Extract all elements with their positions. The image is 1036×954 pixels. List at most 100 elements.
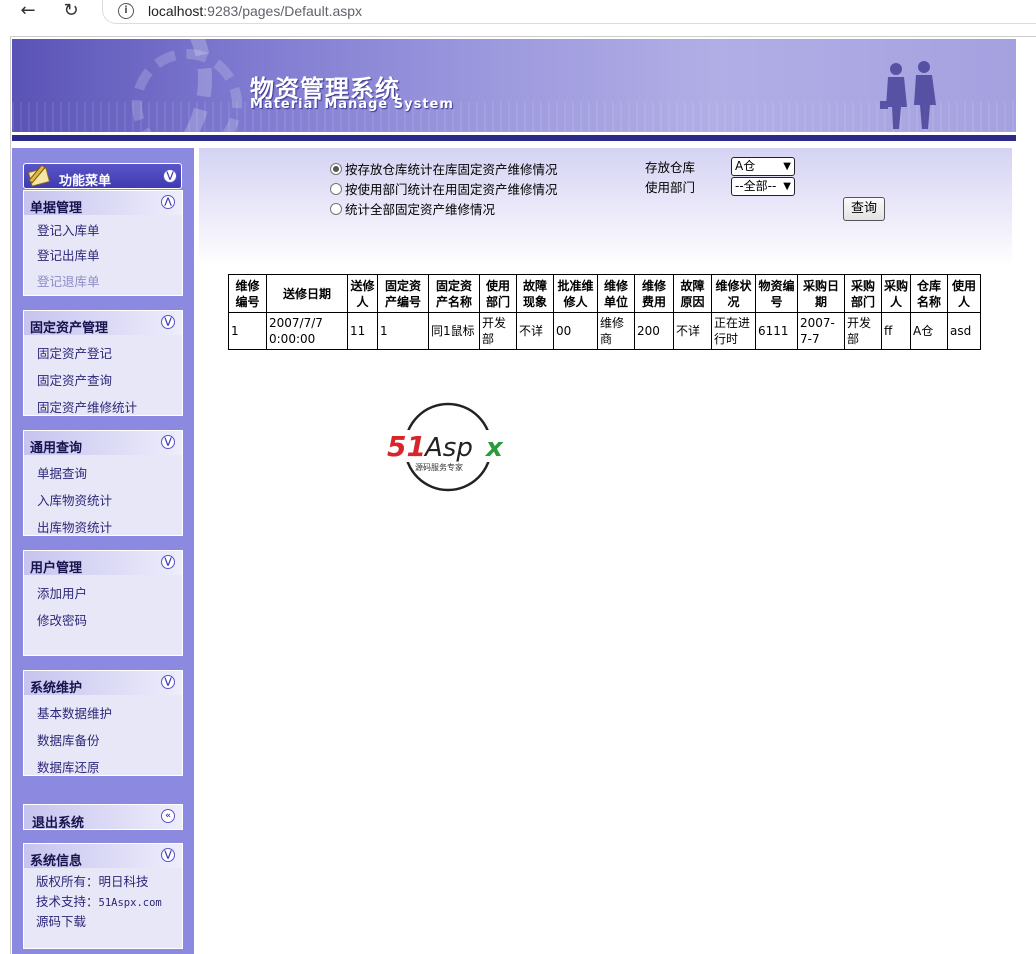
sidebar-item-asset-register[interactable]: 固定资产登记	[37, 343, 112, 362]
double-chevron-left-icon[interactable]: «	[161, 809, 175, 823]
table-cell: 2007-7-7	[797, 312, 845, 350]
column-header: 维修状况	[711, 274, 756, 313]
panel-title: 通用查询	[30, 441, 83, 456]
chevron-up-icon[interactable]: ⋀	[161, 195, 175, 209]
table-cell: 200	[634, 312, 674, 350]
radio-by-warehouse[interactable]: 按存放仓库统计在库固定资产维修情况	[330, 159, 558, 178]
radio-label: 统计全部固定资产维修情况	[345, 202, 496, 217]
table-cell: 维修商	[597, 312, 635, 350]
source-download-link[interactable]: 源码下载	[36, 911, 86, 930]
column-header: 固定资产编号	[377, 274, 429, 313]
panel-system-maintenance: 系统维护 ⋁ 基本数据维护 数据库备份 数据库还原	[23, 670, 183, 776]
url-text[interactable]: localhost:9283/pages/Default.aspx	[148, 3, 362, 19]
repair-stats-table: 维修编号 送修日期 送修人 固定资产编号 固定资产名称 使用部门 故障现象 批准…	[228, 274, 981, 350]
url-path: :9283/pages/Default.aspx	[203, 3, 363, 19]
sidebar-item-register-return[interactable]: 登记退库单	[37, 271, 100, 290]
column-header: 采购日期	[797, 274, 845, 313]
panel-title: 系统维护	[30, 681, 83, 696]
department-label: 使用部门	[645, 180, 696, 195]
reload-icon[interactable]: ↻	[59, 1, 83, 23]
header-banner: 物资管理系统 Material Manage System	[12, 39, 1016, 132]
table-cell: 开发部	[844, 312, 882, 350]
column-header: 固定资产名称	[428, 274, 480, 313]
table-header-row: 维修编号 送修日期 送修人 固定资产编号 固定资产名称 使用部门 故障现象 批准…	[228, 274, 981, 313]
tech-support-text: 技术支持：51Aspx.com	[36, 891, 162, 910]
radio-icon[interactable]	[330, 203, 342, 215]
function-menu-header: 功能菜单 ⋁	[23, 163, 182, 189]
chevron-down-icon: ▼	[783, 161, 791, 172]
radio-by-department[interactable]: 按使用部门统计在用固定资产维修情况	[330, 179, 558, 198]
chevron-down-icon[interactable]: ⋁	[161, 555, 175, 569]
query-button[interactable]: 查询	[843, 197, 885, 221]
panel-header[interactable]: 固定资产管理 ⋁	[24, 311, 182, 336]
column-header: 送修人	[347, 274, 378, 313]
browser-toolbar: ← ↻ i localhost:9283/pages/Default.aspx	[0, 0, 1036, 26]
tech-support-site: 51Aspx.com	[98, 897, 162, 909]
radio-checked-icon[interactable]	[330, 163, 342, 175]
table-row: 1 2007/7/7 0:00:00 11 1 同1鼠标 开发部 不详 00 维…	[228, 312, 981, 350]
column-header: 送修日期	[266, 274, 348, 313]
panel-title: 固定资产管理	[30, 321, 109, 336]
panel-general-query: 通用查询 ⋁ 单据查询 入库物资统计 出库物资统计	[23, 430, 183, 536]
logo-tagline: 源码服务专家	[415, 462, 463, 472]
column-header: 故障原因	[673, 274, 712, 313]
column-header: 批准维修人	[553, 274, 598, 313]
column-header: 采购人	[881, 274, 911, 313]
warehouse-label: 存放仓库	[645, 160, 696, 175]
sidebar-item-outbound-stats[interactable]: 出库物资统计	[37, 517, 112, 536]
svg-text:x: x	[484, 433, 504, 463]
chevron-down-icon[interactable]: ⋁	[161, 315, 175, 329]
table-cell: 开发部	[479, 312, 517, 350]
sidebar-item-asset-query[interactable]: 固定资产查询	[37, 370, 112, 389]
sidebar-item-asset-repair-stats[interactable]: 固定资产维修统计	[37, 397, 137, 416]
sidebar-item-register-inbound[interactable]: 登记入库单	[37, 220, 100, 239]
column-header: 采购部门	[844, 274, 882, 313]
department-select-value: --全部--	[735, 179, 777, 193]
banner-divider-bottom	[12, 141, 1016, 146]
table-cell: 同1鼠标	[428, 312, 480, 350]
column-header: 仓库名称	[910, 274, 948, 313]
sidebar-item-add-user[interactable]: 添加用户	[37, 583, 87, 602]
sidebar-item-db-backup[interactable]: 数据库备份	[37, 730, 100, 749]
panel-fixed-asset-management: 固定资产管理 ⋁ 固定资产登记 固定资产查询 固定资产维修统计	[23, 310, 183, 416]
chevron-down-icon[interactable]: ⋁	[161, 675, 175, 689]
radio-icon[interactable]	[330, 183, 342, 195]
radio-all[interactable]: 统计全部固定资产维修情况	[330, 199, 495, 218]
sidebar-item-change-password[interactable]: 修改密码	[37, 610, 87, 629]
logout-header[interactable]: 退出系统 «	[24, 805, 182, 831]
panel-header[interactable]: 用户管理 ⋁	[24, 551, 182, 576]
function-menu-title: 功能菜单	[59, 174, 112, 189]
sidebar-item-document-query[interactable]: 单据查询	[37, 463, 87, 482]
radio-label: 按使用部门统计在用固定资产维修情况	[345, 182, 558, 197]
logout-label: 退出系统	[32, 816, 85, 831]
site-info-icon[interactable]: i	[118, 3, 134, 19]
sidebar-item-db-restore[interactable]: 数据库还原	[37, 757, 100, 776]
column-header: 维修费用	[634, 274, 674, 313]
panel-title: 用户管理	[30, 561, 83, 576]
panel-header[interactable]: 系统维护 ⋁	[24, 671, 182, 696]
warehouse-select-value: A仓	[735, 159, 756, 173]
sidebar-item-register-outbound[interactable]: 登记出库单	[37, 245, 100, 264]
warehouse-select[interactable]: A仓 ▼	[731, 157, 795, 176]
table-cell: 2007/7/7 0:00:00	[266, 312, 348, 350]
column-header: 物资编号	[755, 274, 798, 313]
chevron-down-icon[interactable]: ⋁	[163, 169, 177, 183]
back-arrow-icon[interactable]: ←	[16, 1, 40, 23]
panel-header[interactable]: 单据管理 ⋀	[24, 191, 182, 216]
chevron-down-icon[interactable]: ⋁	[161, 848, 175, 862]
table-cell: 11	[347, 312, 378, 350]
panel-header[interactable]: 通用查询 ⋁	[24, 431, 182, 456]
radio-label: 按存放仓库统计在库固定资产维修情况	[345, 162, 558, 177]
svg-text:Asp: Asp	[423, 433, 473, 463]
logout-panel[interactable]: 退出系统 «	[23, 804, 183, 831]
sidebar-item-basic-data[interactable]: 基本数据维护	[37, 703, 112, 722]
banner-stripes	[12, 102, 1016, 132]
panel-header[interactable]: 系统信息 ⋁	[24, 844, 182, 869]
chevron-down-icon[interactable]: ⋁	[161, 435, 175, 449]
business-people-icon	[880, 61, 936, 129]
table-cell: 不详	[516, 312, 554, 350]
sidebar-item-inbound-stats[interactable]: 入库物资统计	[37, 490, 112, 509]
pencil-notebook-icon	[27, 164, 51, 187]
department-select[interactable]: --全部-- ▼	[731, 177, 795, 196]
column-header: 维修编号	[228, 274, 267, 313]
